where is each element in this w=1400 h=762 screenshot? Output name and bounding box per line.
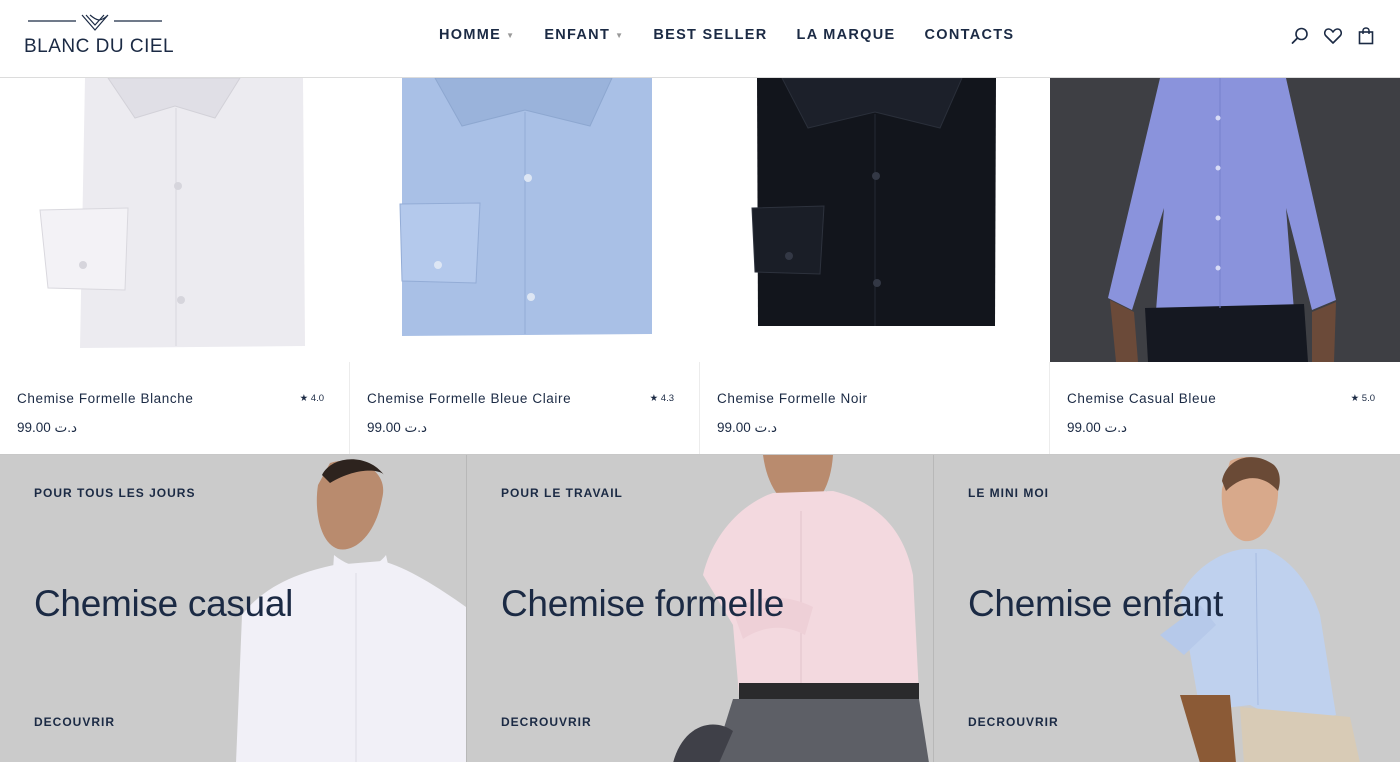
product-price: د.ت 99.00 [1067,420,1128,435]
product-grid: Chemise Formelle Blanche ★ 4.0 د.ت 99.00… [0,78,1400,454]
chevron-down-icon: ▼ [615,30,625,40]
nav-item-best-seller[interactable]: BEST SELLER [653,27,767,43]
product-image[interactable] [350,78,700,362]
logo-mark-icon [28,14,162,31]
header-actions [1277,26,1376,46]
product-price: د.ت 99.00 [717,420,778,435]
search-icon[interactable] [1290,26,1310,46]
nav-item-homme[interactable]: HOMME ▼ [439,27,515,43]
discover-link[interactable]: DECROUVRIR [501,715,592,729]
product-name[interactable]: Chemise Formelle Bleue Claire [367,391,571,406]
nav-item-contacts[interactable]: CONTACTS [925,27,1015,43]
brand-name: BLANC DU CIEL [24,36,175,57]
banner-enfant[interactable]: LE MINI MOI Chemise enfant DECROUVRIR [934,455,1400,762]
product-name[interactable]: Chemise Casual Bleue [1067,391,1216,406]
product-image[interactable] [700,78,1050,362]
product-card[interactable]: Chemise Formelle Noir د.ت 99.00 [700,78,1050,454]
nav-item-enfant[interactable]: ENFANT ▼ [544,27,624,43]
banner-formelle[interactable]: POUR LE TRAVAIL Chemise formelle DECROUV… [467,455,934,762]
banner-kicker: POUR TOUS LES JOURS [34,486,196,500]
product-rating: ★ 5.0 [1350,393,1375,404]
bag-icon[interactable] [1356,26,1376,46]
nav-label: BEST SELLER [653,27,768,43]
banner-kicker: LE MINI MOI [968,486,1049,500]
product-rating: ★ 4.3 [649,393,674,404]
brand-logo[interactable]: BLANC DU CIEL [24,12,175,58]
product-image[interactable] [1050,78,1400,362]
heart-icon[interactable] [1323,26,1343,46]
nav-label: CONTACTS [924,27,1015,43]
product-rating: ★ 4.0 [299,393,324,404]
nav-label: LA MARQUE [796,27,896,43]
category-banners: POUR TOUS LES JOURS Chemise casual DECOU… [0,454,1400,762]
shirt-body [757,78,996,326]
main-nav: HOMME ▼ ENFANT ▼ BEST SELLER LA MARQUE C… [439,27,1043,43]
banner-title[interactable]: Chemise formelle [501,583,784,625]
site-header: BLANC DU CIEL HOMME ▼ ENFANT ▼ BEST SELL… [0,0,1400,78]
product-card[interactable]: Chemise Formelle Bleue Claire ★ 4.3 د.ت … [350,78,700,454]
product-price: د.ت 99.00 [17,420,78,435]
discover-link[interactable]: DECROUVRIR [968,715,1059,729]
product-name[interactable]: Chemise Formelle Blanche [17,391,193,406]
product-name[interactable]: Chemise Formelle Noir [717,391,868,406]
chevron-down-icon: ▼ [506,30,516,40]
banner-title[interactable]: Chemise casual [34,583,293,625]
nav-label: HOMME [439,27,502,43]
product-card[interactable]: Chemise Formelle Blanche ★ 4.0 د.ت 99.00 [0,78,350,454]
banner-title[interactable]: Chemise enfant [968,583,1223,625]
nav-item-la-marque[interactable]: LA MARQUE [797,27,896,43]
product-price: د.ت 99.00 [367,420,428,435]
product-card[interactable]: Chemise Casual Bleue ★ 5.0 د.ت 99.00 [1050,78,1400,454]
nav-label: ENFANT [544,27,611,43]
discover-link[interactable]: DECOUVRIR [34,715,115,729]
product-image[interactable] [0,78,350,362]
banner-kicker: POUR LE TRAVAIL [501,486,623,500]
banner-casual[interactable]: POUR TOUS LES JOURS Chemise casual DECOU… [0,455,467,762]
